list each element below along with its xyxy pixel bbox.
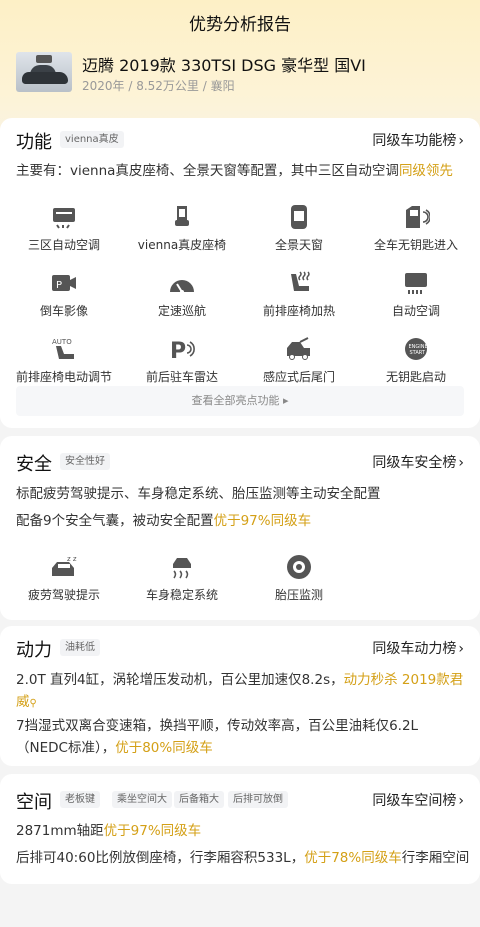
feature-label: 定速巡航 [157,304,206,318]
power-card: 动力 油耗低 同级车动力榜 › 2.0T 直列4缸，涡轮增压发动机，百公里加速仅8… [0,626,480,766]
stability-control-icon [173,558,191,579]
parking-radar-icon: P [170,339,195,362]
safety-line-1: 标配疲劳驾驶提示、车身稳定系统、胎压监测等主动安全配置 [16,486,381,502]
feature-label: 全景天窗 [274,238,323,252]
caret-right-icon: ▸ [282,394,289,407]
svg-text:AUTO: AUTO [52,338,72,346]
function-rank-link[interactable]: 同级车功能榜 › [372,130,464,150]
space-tag: 后备箱大 [174,791,224,808]
feature-label: vienna真皮座椅 [137,238,227,252]
svg-text:START: START [410,350,426,356]
feature-label: 倒车影像 [39,304,88,318]
space-title: 空间 [16,792,52,813]
safety-rank-link[interactable]: 同级车安全榜 › [372,452,464,472]
power-tag: 油耗低 [60,639,100,656]
feature-label: 自动空调 [391,304,440,318]
start-button-icon: ENGINESTART [405,338,428,360]
feature-label: 全车无钥匙进入 [373,238,458,252]
power-title: 动力 [16,640,52,661]
chevron-right-icon: › [458,455,464,471]
feature-item[interactable]: 定速巡航 [122,270,242,330]
space-card: 空间 老板键 乘坐空间大 后备箱大 后排可放倒 同级车空间榜 › 2871mm轴距… [0,774,480,884]
page-title: 优势分析报告 [189,15,291,35]
function-desc: 主要有：vienna真皮座椅、全景天窗等配置，其中三区自动空调同级领先 [16,163,453,179]
tire-pressure-icon [287,555,311,579]
safety-card: 安全 安全性好 同级车安全榜 › 标配疲劳驾驶提示、车身稳定系统、胎压监测等主动安… [0,436,480,620]
car-name: 迈腾 2019款 330TSI DSG 豪华型 国VI [82,56,366,75]
auto-ac-icon [405,273,427,294]
keyless-entry-icon [406,206,430,228]
feature-label: 车身稳定系统 [145,588,218,602]
space-tag: 后排可放倒 [228,791,288,808]
power-seat-icon: AUTO [52,338,74,359]
climate-control-icon [53,208,75,229]
view-all-features-button[interactable]: 查看全部亮点功能 ▸ [16,386,464,416]
power-line-2: 7挡湿式双离合变速箱，换挡平顺，传动效率高，百公里油耗仅6.2L（NEDC标准）… [16,718,419,756]
sunroof-icon [291,205,307,229]
car-summary[interactable]: 迈腾 2019款 330TSI DSG 豪华型 国VI 2020年 / 8.52… [16,52,464,96]
feature-item[interactable]: 自动空调 [356,270,476,330]
feature-label: 胎压监测 [274,588,323,602]
power-rank-link[interactable]: 同级车动力榜 › [372,638,464,658]
function-title: 功能 [16,132,52,153]
car-meta: 2020年 / 8.52万公里 / 襄阳 [82,79,235,93]
fatigue-alert-icon: z z [52,555,77,576]
space-tag: 老板键 [60,791,100,808]
svg-text:P: P [170,339,186,362]
feature-item[interactable]: 车身稳定系统 [122,554,242,614]
chevron-right-icon: › [458,641,464,657]
feature-item[interactable]: 全景天窗 [239,204,359,264]
search-icon[interactable]: ⚲ [30,698,37,709]
feature-item[interactable]: vienna真皮座椅 [122,204,242,264]
feature-label: 感应式后尾门 [262,370,335,384]
safety-line-2: 配备9个安全气囊，被动安全配置优于97%同级车 [16,513,312,529]
leather-seat-icon [175,206,189,226]
space-line-2: 后排可40:60比例放倒座椅，行李厢容积533L，优于78%同级车行李厢空间 [16,850,470,866]
reverse-camera-icon: P [52,275,76,291]
power-line-1: 2.0T 直列4缸，涡轮增压发动机，百公里加速仅8.2s，动力秒杀 2019款君… [16,672,464,710]
feature-label: 前后驻车雷达 [145,370,218,384]
feature-item[interactable]: z z 疲劳驾驶提示 [4,554,124,614]
space-rank-link[interactable]: 同级车空间榜 › [372,790,464,810]
svg-text:z z: z z [67,555,77,563]
svg-text:P: P [56,280,62,291]
feature-item[interactable]: 三区自动空调 [4,204,124,264]
safety-title: 安全 [16,454,52,475]
feature-label: 前排座椅电动调节 [15,370,112,384]
seat-heating-icon [291,271,310,291]
chevron-right-icon: › [458,793,464,809]
feature-item[interactable]: 胎压监测 [239,554,359,614]
space-tag: 乘坐空间大 [112,791,172,808]
power-tailgate-icon [287,337,310,360]
space-line-1: 2871mm轴距优于97%同级车 [16,823,202,839]
feature-item[interactable]: P 倒车影像 [4,270,124,330]
feature-label: 无钥匙启动 [385,370,446,384]
feature-label: 疲劳驾驶提示 [27,588,100,602]
safety-tag: 安全性好 [60,453,110,470]
chevron-right-icon: › [458,133,464,149]
function-tag: vienna真皮 [60,131,124,148]
feature-item[interactable]: 全车无钥匙进入 [356,204,476,264]
function-card: 功能 vienna真皮 同级车功能榜 › 主要有：vienna真皮座椅、全景天窗等… [0,118,480,428]
car-thumbnail [16,52,72,92]
feature-item[interactable]: 前排座椅加热 [239,270,359,330]
cruise-control-icon [170,280,194,294]
feature-label: 前排座椅加热 [262,304,335,318]
feature-label: 三区自动空调 [27,238,100,252]
